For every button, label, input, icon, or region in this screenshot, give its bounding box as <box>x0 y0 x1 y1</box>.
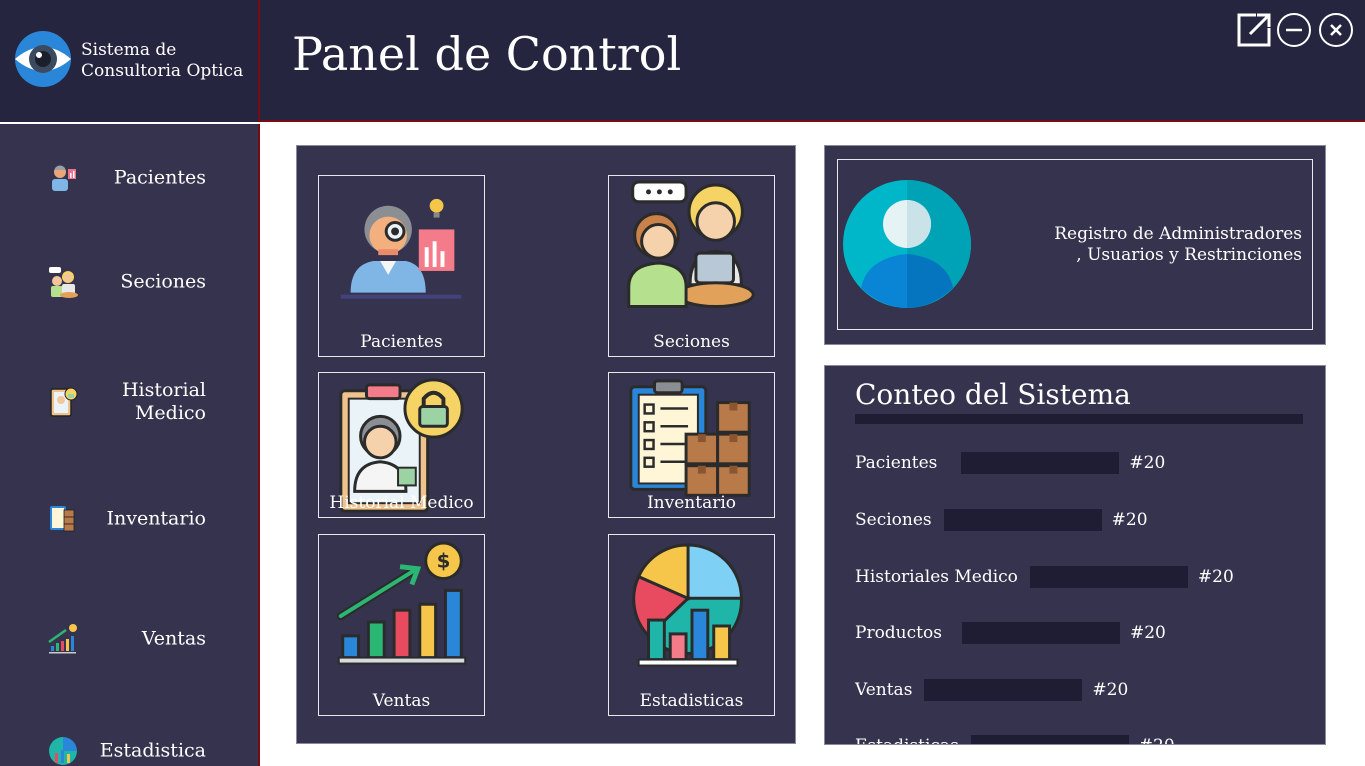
count-value: #20 <box>1129 623 1166 643</box>
count-bar <box>970 735 1129 744</box>
count-label: Productos <box>855 623 942 643</box>
module-label: Pacientes <box>360 332 443 352</box>
sidebar-item-historial-medico[interactable]: Historial Medico <box>0 372 258 432</box>
count-title: Conteo del Sistema <box>855 378 1131 411</box>
count-row-estadisticas: Estadisticas #20 <box>855 734 1175 744</box>
patient-icon <box>52 165 76 191</box>
count-value: #20 <box>1139 736 1175 744</box>
eye-logo-icon <box>15 31 71 87</box>
svg-text:$: $ <box>437 550 451 573</box>
count-row-productos: Productos #20 <box>855 621 1166 645</box>
admin-label-line1: Registro de Administradores <box>1054 224 1302 244</box>
session-illustration-icon <box>627 180 755 308</box>
admin-registration-button[interactable]: Registro de Administradores , Usuarios y… <box>837 159 1313 330</box>
module-label: Ventas <box>372 691 431 711</box>
module-card-historial-medico[interactable]: Historial Medico <box>318 372 485 518</box>
count-value: #20 <box>1092 680 1129 700</box>
app-name: Sistema de Consultoria Optica <box>81 40 243 82</box>
sidebar-item-ventas[interactable]: Ventas <box>0 609 258 669</box>
sidebar-item-label: Pacientes <box>113 166 206 189</box>
module-card-estadisticas[interactable]: Estadisticas <box>608 534 775 716</box>
page-title: Panel de Control <box>292 27 682 81</box>
maximize-button[interactable] <box>1236 12 1272 48</box>
statistics-illustration-icon <box>632 543 743 667</box>
sidebar: Pacientes Seciones Historial Medico Inve… <box>0 124 260 766</box>
sidebar-item-pacientes[interactable]: Pacientes <box>0 148 258 208</box>
count-bar <box>943 509 1102 531</box>
minimize-icon <box>1277 13 1311 47</box>
count-bar <box>924 679 1083 701</box>
admin-panel: Registro de Administradores , Usuarios y… <box>824 145 1326 345</box>
maximize-icon <box>1237 13 1271 47</box>
module-card-pacientes[interactable]: Pacientes <box>318 175 485 357</box>
sidebar-item-label: Seciones <box>120 270 206 293</box>
sidebar-item-label: Estadistica <box>99 739 206 762</box>
count-bar <box>1029 566 1188 588</box>
count-divider <box>855 414 1303 424</box>
count-label: Ventas <box>855 680 913 700</box>
close-icon <box>1319 13 1353 47</box>
modules-panel: Pacientes Seciones Historial Medico Inve… <box>296 145 796 744</box>
module-label: Historial Medico <box>329 493 474 513</box>
sales-illustration-icon: $ <box>336 541 467 665</box>
minimize-button[interactable] <box>1276 12 1312 48</box>
medical-record-icon <box>50 387 78 417</box>
user-avatar-icon <box>843 180 971 308</box>
count-value: #20 <box>1129 453 1166 473</box>
app-name-line2: Consultoria Optica <box>81 61 244 81</box>
count-value: #20 <box>1197 567 1234 587</box>
sidebar-item-label: Inventario <box>106 507 206 530</box>
admin-label-line2: , Usuarios y Restrinciones <box>1076 245 1302 265</box>
session-icon <box>49 267 78 298</box>
count-label: Historiales Medico <box>855 567 1018 587</box>
sales-icon <box>48 624 77 654</box>
system-count-panel: Conteo del Sistema Pacientes #20 Secione… <box>824 365 1326 745</box>
module-card-seciones[interactable]: Seciones <box>608 175 775 357</box>
module-card-inventario[interactable]: Inventario <box>608 372 775 518</box>
app-name-line1: Sistema de <box>81 40 177 60</box>
sidebar-item-inventario[interactable]: Inventario <box>0 489 258 549</box>
module-label: Estadisticas <box>639 691 744 711</box>
count-bar <box>961 622 1120 644</box>
count-value: #20 <box>1111 510 1148 530</box>
inventory-icon <box>50 506 75 532</box>
admin-registration-label: Registro de Administradores , Usuarios y… <box>1054 224 1302 266</box>
count-row-pacientes: Pacientes #20 <box>855 451 1165 475</box>
count-bar <box>961 452 1120 474</box>
sidebar-item-label: Ventas <box>141 627 206 650</box>
count-label: Pacientes <box>855 453 938 473</box>
count-row-ventas: Ventas #20 <box>855 678 1128 702</box>
close-button[interactable] <box>1318 12 1354 48</box>
count-label: Seciones <box>855 510 932 530</box>
header-bar: Panel de Control <box>260 0 1365 122</box>
module-label: Inventario <box>646 493 737 513</box>
module-card-ventas[interactable]: $ Ventas <box>318 534 485 716</box>
sidebar-item-label: Historial Medico <box>121 379 206 424</box>
count-row-historiales: Historiales Medico #20 <box>855 565 1234 589</box>
app-logo-area: Sistema de Consultoria Optica <box>0 0 260 122</box>
module-label: Seciones <box>653 332 730 352</box>
count-row-seciones: Seciones #20 <box>855 508 1148 532</box>
sidebar-item-seciones[interactable]: Seciones <box>0 252 258 312</box>
sidebar-item-estadistica[interactable]: Estadistica <box>0 721 258 766</box>
statistics-icon <box>49 737 77 765</box>
count-label: Estadisticas <box>855 736 959 744</box>
patient-illustration-icon <box>340 198 462 299</box>
